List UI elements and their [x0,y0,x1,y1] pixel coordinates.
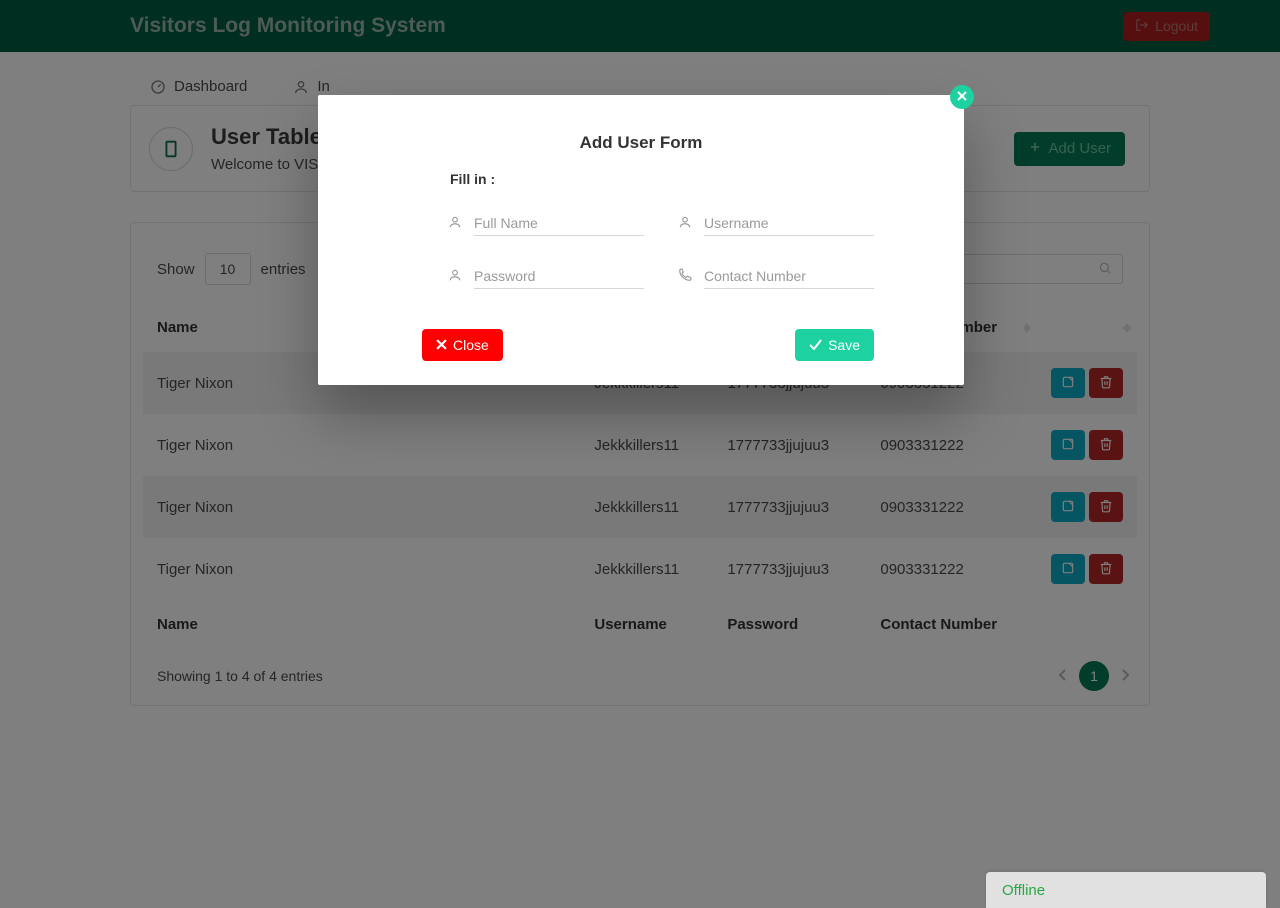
close-icon [436,337,447,353]
add-user-modal: Add User Form Fill in : [318,95,964,385]
offline-dock[interactable]: Offline [986,872,1266,908]
check-icon [809,337,822,353]
modal-save-label: Save [828,337,860,353]
modal-subtitle: Fill in : [450,171,964,187]
phone-icon [678,268,692,285]
user-icon [448,268,462,285]
password-input[interactable] [474,264,644,289]
close-icon [957,90,967,104]
user-icon [448,215,462,232]
fullname-input[interactable] [474,211,644,236]
modal-close-action-button[interactable]: Close [422,329,503,361]
modal-title: Add User Form [318,133,964,153]
username-input[interactable] [704,211,874,236]
user-icon [678,215,692,232]
modal-close-label: Close [453,337,489,353]
modal-save-button[interactable]: Save [795,329,874,361]
modal-close-button[interactable] [950,85,974,109]
offline-label: Offline [1002,882,1045,899]
contact-input[interactable] [704,264,874,289]
